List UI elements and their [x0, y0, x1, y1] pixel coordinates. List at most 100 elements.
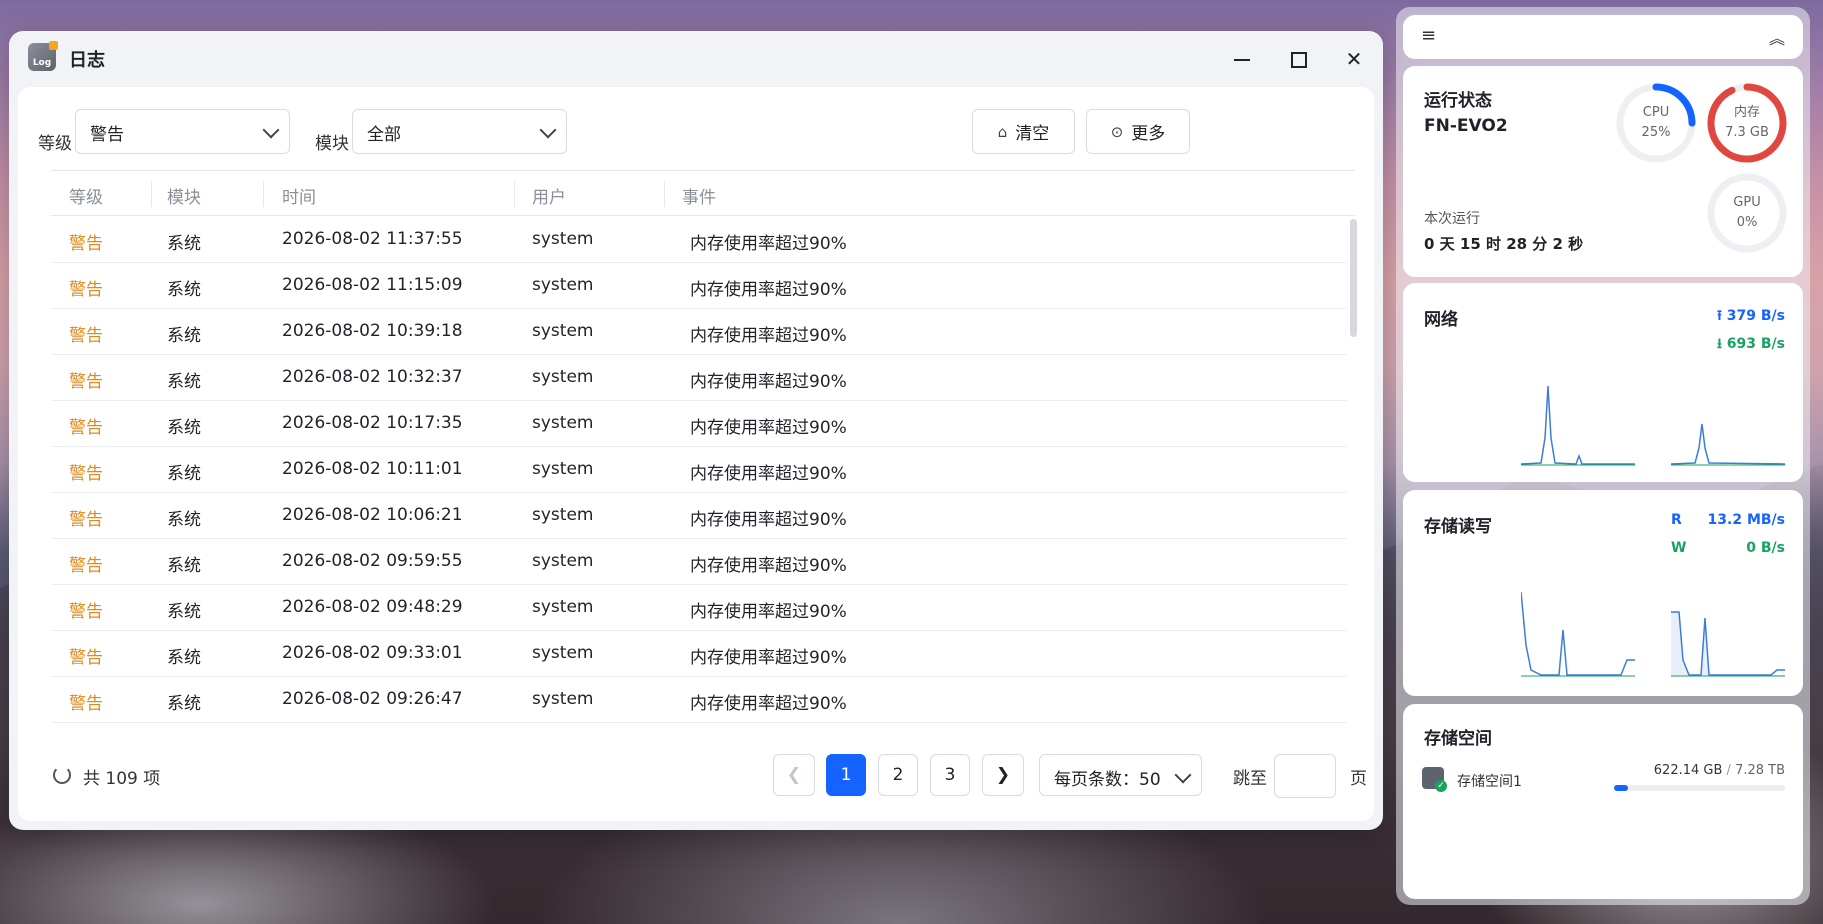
chevron-left-icon: ❮: [786, 765, 802, 785]
next-page-button[interactable]: ❯: [982, 754, 1024, 796]
network-chart-right: [1671, 423, 1785, 466]
cell-user: system: [532, 689, 594, 709]
cell-time: 2026-08-02 09:59:55: [282, 551, 463, 571]
filter-settings-icon[interactable]: ≡: [1421, 25, 1436, 46]
column-header-user[interactable]: 用户: [532, 183, 566, 208]
cell-event: 内存使用率超过90%: [690, 602, 847, 622]
cell-level: 警告: [69, 280, 103, 300]
storage-used: 622.14 GB: [1653, 763, 1723, 778]
cell-user: system: [532, 275, 594, 295]
gpu-value: 0%: [1736, 215, 1758, 230]
module-select[interactable]: 全部: [352, 109, 567, 154]
more-button[interactable]: ⊙ 更多: [1086, 109, 1190, 154]
cell-time: 2026-08-02 09:33:01: [282, 643, 463, 663]
cell-event: 内存使用率超过90%: [690, 694, 847, 714]
module-filter-label: 模块: [315, 134, 349, 154]
disk-io-card[interactable]: 存储读写 R 13.2 MB/s W 0 B/s: [1403, 490, 1803, 696]
table-row[interactable]: 警告 系统 2026-08-02 10:11:01 system 内存使用率超过90%: [51, 447, 1347, 493]
table-row[interactable]: 警告 系统 2026-08-02 10:39:18 system 内存使用率超过90%: [51, 309, 1347, 355]
cell-level: 警告: [69, 556, 103, 576]
cell-user: system: [532, 643, 594, 663]
table-row[interactable]: 警告 系统 2026-08-02 11:37:55 system 内存使用率超过90%: [51, 217, 1347, 263]
table-row[interactable]: 警告 系统 2026-08-02 10:06:21 system 内存使用率超过90%: [51, 493, 1347, 539]
table-row[interactable]: 警告 系统 2026-08-02 09:48:29 system 内存使用率超过90%: [51, 585, 1347, 631]
cell-module: 系统: [167, 694, 201, 714]
host-name: FN-EVO2: [1424, 116, 1508, 136]
close-icon[interactable]: ✕: [1340, 45, 1368, 73]
status-card[interactable]: 运行状态 FN-EVO2 CPU 25% 内存 7.3 GB GPU 0% 本次…: [1403, 66, 1803, 277]
cell-module: 系统: [167, 602, 201, 622]
title-bar[interactable]: Log 日志 ✕: [9, 31, 1383, 87]
table-row[interactable]: 警告 系统 2026-08-02 10:32:37 system 内存使用率超过90%: [51, 355, 1347, 401]
cell-time: 2026-08-02 10:06:21: [282, 505, 463, 525]
table-row[interactable]: 警告 系统 2026-08-02 09:59:55 system 内存使用率超过90%: [51, 539, 1347, 585]
cell-user: system: [532, 367, 594, 387]
cell-user: system: [532, 551, 594, 571]
cell-module: 系统: [167, 372, 201, 392]
cell-level: 警告: [69, 418, 103, 438]
jump-page-input[interactable]: [1274, 754, 1336, 798]
table-row[interactable]: 警告 系统 2026-08-02 09:33:01 system 内存使用率超过90%: [51, 631, 1347, 677]
level-select[interactable]: 警告: [75, 109, 290, 154]
column-divider[interactable]: [514, 181, 515, 207]
storage-card[interactable]: 存储空间 ✓ 存储空间1 622.14 GB / 7.28 TB: [1403, 704, 1803, 899]
uptime-label: 本次运行: [1424, 211, 1480, 227]
storage-volume-icon: ✓: [1422, 767, 1447, 792]
page-size-value: 每页条数：50: [1054, 770, 1161, 790]
network-card[interactable]: 网络 ⭱ 379 B/s ⭳ 693 B/s: [1403, 283, 1803, 482]
status-title: 运行状态: [1424, 91, 1492, 111]
cell-module: 系统: [167, 510, 201, 530]
memory-value: 7.3 GB: [1725, 125, 1769, 140]
disk-io-chart-left: [1521, 591, 1635, 677]
collapse-icon[interactable]: ︽: [1769, 25, 1785, 49]
column-header-level[interactable]: 等级: [69, 183, 103, 208]
cell-module: 系统: [167, 234, 201, 254]
cell-module: 系统: [167, 556, 201, 576]
page-button-2[interactable]: 2: [878, 754, 918, 796]
cell-level: 警告: [69, 510, 103, 530]
refresh-icon[interactable]: [53, 766, 71, 784]
minimize-icon[interactable]: [1228, 45, 1256, 73]
cell-level: 警告: [69, 694, 103, 714]
page-button-3[interactable]: 3: [930, 754, 970, 796]
cell-user: system: [532, 229, 594, 249]
cell-event: 内存使用率超过90%: [690, 648, 847, 668]
column-divider[interactable]: [664, 181, 665, 207]
cell-user: system: [532, 597, 594, 617]
cell-time: 2026-08-02 10:11:01: [282, 459, 463, 479]
cell-module: 系统: [167, 326, 201, 346]
write-value: 0 B/s: [1746, 540, 1785, 556]
table-row[interactable]: 警告 系统 2026-08-02 10:17:35 system 内存使用率超过90%: [51, 401, 1347, 447]
column-header-time[interactable]: 时间: [282, 183, 316, 208]
cell-time: 2026-08-02 11:15:09: [282, 275, 463, 295]
level-select-value: 警告: [90, 125, 124, 145]
column-header-event[interactable]: 事件: [682, 183, 716, 208]
cell-user: system: [532, 505, 594, 525]
column-divider[interactable]: [151, 181, 152, 207]
cell-event: 内存使用率超过90%: [690, 510, 847, 530]
page-button-1[interactable]: 1: [826, 754, 866, 796]
page-size-select[interactable]: 每页条数：50: [1039, 754, 1202, 796]
maximize-icon[interactable]: [1284, 45, 1312, 73]
clear-button[interactable]: ⌂ 清空: [972, 109, 1075, 154]
chevron-down-icon: [262, 121, 280, 139]
column-header-module[interactable]: 模块: [167, 183, 201, 208]
widget-panel: ≡ ︽ 运行状态 FN-EVO2 CPU 25% 内存 7.3 GB GPU 0…: [1396, 7, 1810, 905]
column-divider[interactable]: [263, 181, 264, 207]
cell-time: 2026-08-02 10:39:18: [282, 321, 463, 341]
cell-level: 警告: [69, 648, 103, 668]
prev-page-button[interactable]: ❮: [773, 754, 815, 796]
table-row[interactable]: 警告 系统 2026-08-02 11:15:09 system 内存使用率超过90%: [51, 263, 1347, 309]
table-scrollbar[interactable]: [1350, 219, 1357, 337]
network-chart-left: [1521, 385, 1635, 466]
table-row[interactable]: 警告 系统 2026-08-02 09:26:47 system 内存使用率超过90%: [51, 677, 1347, 723]
storage-usage-bar: [1614, 785, 1785, 791]
cell-event: 内存使用率超过90%: [690, 234, 847, 254]
download-arrow-icon: ⭳: [1717, 336, 1722, 352]
cell-time: 2026-08-02 10:17:35: [282, 413, 463, 433]
read-value: 13.2 MB/s: [1707, 512, 1785, 528]
page-number: 1: [840, 765, 852, 785]
cell-module: 系统: [167, 464, 201, 484]
cell-level: 警告: [69, 602, 103, 622]
level-filter-label: 等级: [38, 134, 72, 154]
